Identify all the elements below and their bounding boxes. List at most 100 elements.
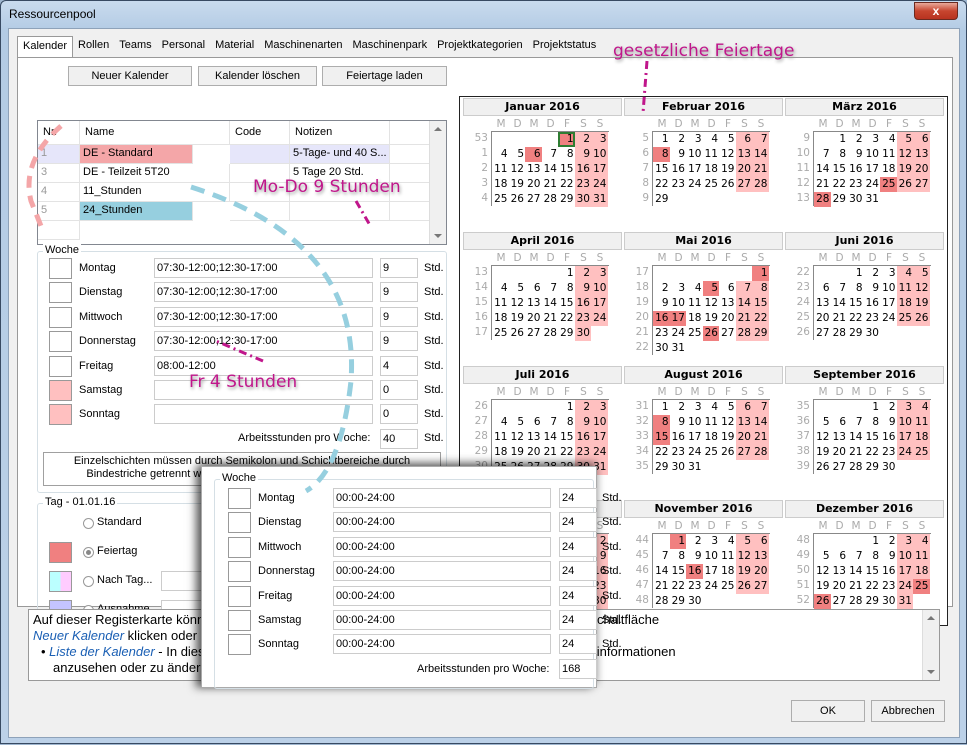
calendar-day[interactable]: 3 [864,132,881,147]
grid-cell-nr[interactable]: 4 [38,183,80,202]
calendar-day[interactable]: 17 [703,564,720,579]
calendar-day[interactable]: 5 [814,415,831,430]
load-holidays-button[interactable]: Feiertage laden [322,66,447,86]
calendar-day[interactable]: 10 [591,147,608,162]
calendar-day[interactable]: 31 [670,341,687,356]
calendar-day[interactable]: 11 [703,415,720,430]
calendar-day[interactable]: 15 [653,162,670,177]
calendar-day[interactable]: 29 [864,460,881,475]
calendar-day[interactable]: 8 [847,281,864,296]
calendar-day[interactable]: 4 [913,400,930,415]
calendar-day[interactable]: 4 [703,400,720,415]
overlay-day-color-swatch[interactable] [228,561,251,583]
calendar-day[interactable]: 1 [558,132,575,147]
day-color-swatch[interactable] [49,258,72,279]
calendar-day[interactable]: 11 [686,296,703,311]
calendar-day[interactable]: 24 [896,579,913,594]
calendar-day[interactable]: 10 [703,549,720,564]
calendar-day[interactable]: 13 [831,430,848,445]
calendar-day[interactable]: 25 [913,579,930,594]
calendar-day[interactable]: 14 [542,162,559,177]
calendar-day[interactable]: 29 [847,326,864,341]
calendar-day[interactable]: 3 [591,132,608,147]
new-calendar-button[interactable]: Neuer Kalender [68,66,192,86]
day-shifts-field[interactable] [154,404,373,425]
calendar-day[interactable]: 16 [653,311,670,326]
scroll-down-icon[interactable] [927,670,935,674]
calendar-day[interactable]: 28 [831,326,848,341]
calendar-day[interactable]: 27 [719,326,736,341]
calendar-day[interactable]: 24 [880,311,897,326]
day-shifts-field[interactable]: 07:30-12:00;12:30-17:00 [154,306,373,327]
calendar-day[interactable]: 5 [509,415,526,430]
calendar-day[interactable]: 12 [703,296,720,311]
day-hours-field[interactable]: 4 [380,355,418,376]
calendar-day[interactable]: 2 [864,266,881,281]
tab-material[interactable]: Material [210,36,259,58]
day-hours-field[interactable]: 9 [380,258,418,278]
calendar-day[interactable]: 7 [752,400,769,415]
calendar-day[interactable]: 21 [653,579,670,594]
calendar-day[interactable]: 16 [670,430,687,445]
calendar-day[interactable]: 4 [492,281,509,296]
calendar-day[interactable]: 30 [847,192,864,207]
day-color-swatch[interactable] [49,380,72,401]
calendar-day[interactable]: 8 [831,147,848,162]
calendar-day[interactable]: 6 [831,549,848,564]
calendar-day[interactable]: 2 [880,534,897,549]
day-hours-field[interactable]: 9 [380,331,418,352]
calendar-day[interactable]: 19 [719,162,736,177]
calendar-day[interactable]: 6 [913,132,930,147]
calendar-day[interactable]: 29 [752,326,769,341]
calendar-day[interactable]: 5 [702,281,719,296]
calendar-day[interactable]: 16 [847,162,864,177]
calendar-day[interactable]: 28 [814,192,831,207]
overlay-day-hours-field[interactable]: 24 [559,585,597,606]
tab-maschinenarten[interactable]: Maschinenarten [259,36,347,58]
calendar-day[interactable]: 8 [752,281,769,296]
calendar-day[interactable]: 18 [880,162,897,177]
calendar-day[interactable]: 3 [896,400,913,415]
calendar-day[interactable]: 23 [670,177,687,192]
calendar-day[interactable]: 22 [653,177,670,192]
overlay-day-hours-field[interactable]: 24 [559,634,597,655]
calendar-day[interactable]: 27 [814,326,831,341]
calendar-day[interactable]: 16 [880,430,897,445]
holiday-color-swatch[interactable] [49,542,72,563]
calendar-day[interactable]: 29 [864,594,881,609]
calendar-day[interactable]: 8 [670,549,687,564]
overlay-day-color-swatch[interactable] [228,488,251,509]
calendar-day[interactable]: 28 [752,445,769,460]
calendar-day[interactable]: 25 [703,445,720,460]
calendar-day[interactable]: 21 [542,311,559,326]
calendar-day[interactable]: 9 [880,415,897,430]
calendar-day[interactable]: 21 [752,162,769,177]
calendar-day[interactable]: 1 [752,266,769,281]
calendar-day[interactable]: 8 [864,415,881,430]
calendar-day[interactable]: 12 [913,281,930,296]
calendar-day[interactable]: 4 [880,132,897,147]
calendar-day[interactable]: 21 [542,177,559,192]
calendar-day[interactable]: 28 [542,192,559,207]
calendar-day[interactable]: 12 [509,430,526,445]
calendar-day[interactable]: 29 [831,192,848,207]
calendar-day[interactable]: 29 [653,460,670,475]
cancel-button[interactable]: Abbrechen [871,700,945,722]
calendar-day[interactable]: 23 [574,445,591,460]
calendar-day[interactable]: 19 [719,430,736,445]
day-hours-field[interactable]: 9 [380,306,418,327]
calendar-day[interactable]: 17 [669,311,686,326]
calendar-day[interactable]: 12 [814,430,831,445]
calendar-day[interactable]: 23 [864,311,881,326]
calendar-day[interactable]: 1 [864,534,881,549]
calendar-day[interactable]: 28 [653,594,670,609]
calendar-day[interactable]: 12 [735,549,752,564]
calendar-day[interactable]: 24 [703,579,720,594]
calendar-day[interactable]: 30 [864,326,881,341]
calendar-day[interactable]: 9 [847,147,864,162]
calendar-day[interactable]: 20 [831,579,848,594]
calendar-day[interactable]: 19 [703,311,720,326]
calendar-day[interactable]: 16 [574,430,591,445]
calendar-day[interactable]: 18 [913,430,930,445]
calendar-day[interactable]: 27 [913,177,930,192]
